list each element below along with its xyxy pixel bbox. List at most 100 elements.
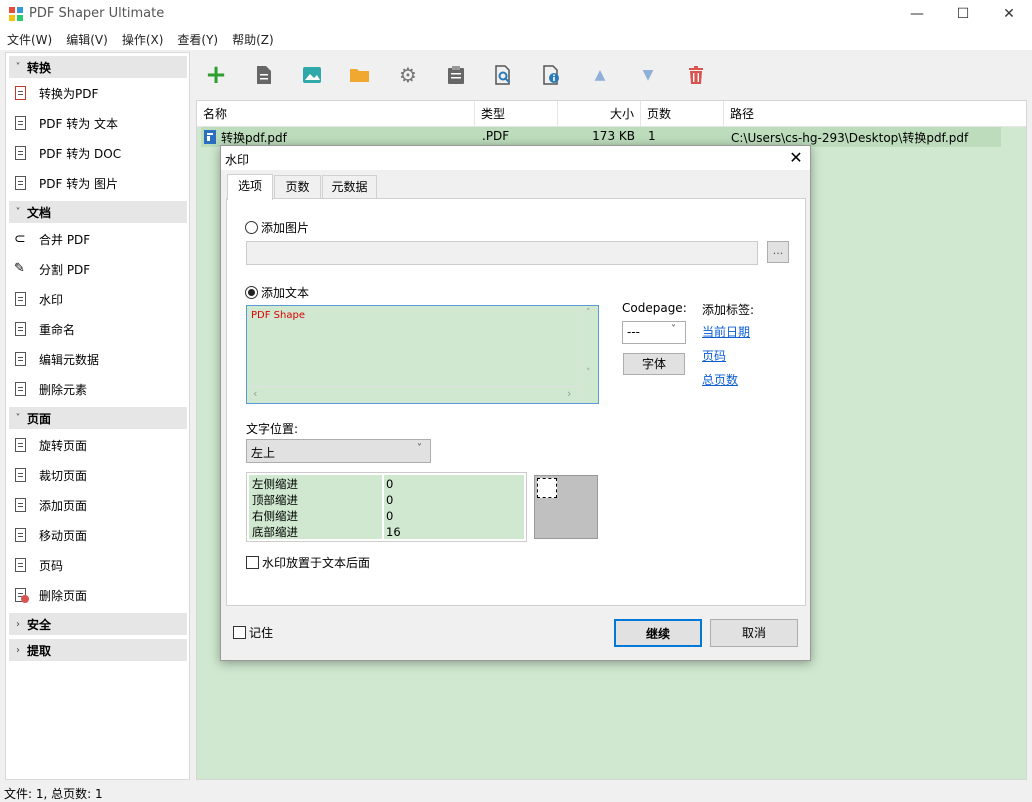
position-select[interactable]: 左上 ˅ [246, 439, 431, 463]
chevron-down-icon: ˅ [671, 324, 676, 335]
sidebar-section-pages[interactable]: ˅ 页面 [9, 407, 187, 429]
browse-button[interactable]: ... [767, 241, 789, 263]
sidebar-item-pdf-to-image[interactable]: PDF 转为 图片 [14, 172, 118, 194]
menu-file[interactable]: 文件(W) [0, 31, 59, 48]
settings-icon[interactable]: ⚙ [395, 62, 421, 88]
sidebar-item-watermark[interactable]: 水印 [14, 288, 63, 310]
indent-values: 0 0 0 16 [386, 476, 401, 540]
position-preview [534, 475, 598, 539]
codepage-label: Codepage: [622, 301, 687, 315]
document-icon[interactable] [251, 62, 277, 88]
file-path: C:\Users\cs-hg-293\Desktop\转换pdf.pdf [731, 131, 969, 145]
radio-selected-icon [245, 286, 258, 299]
arrow-down-icon[interactable]: ▼ [635, 62, 661, 88]
folder-icon[interactable] [347, 62, 373, 88]
sidebar: ˅ 转换 转换为PDF PDF 转为 文本 PDF 转为 DOC PDF 转为 图… [5, 52, 190, 780]
table-row[interactable]: 转换pdf.pdf .PDF 173 KB 1 C:\Users\cs-hg-2… [201, 127, 1001, 147]
tag-page-number-link[interactable]: 页码 [702, 347, 726, 364]
continue-button[interactable]: 继续 [614, 619, 702, 647]
sidebar-item-page-numbers[interactable]: 页码 [14, 554, 63, 576]
indent-value-column [384, 475, 524, 539]
codepage-select[interactable]: --- ˅ [622, 321, 686, 344]
delete-page-icon [14, 587, 29, 603]
indent-labels: 左侧缩进 顶部缩进 右侧缩进 底部缩进 [252, 476, 298, 540]
checkbox-icon [246, 556, 259, 569]
status-text: 文件: 1, 总页数: 1 [4, 787, 103, 801]
indent-left-value[interactable]: 0 [386, 476, 401, 492]
indent-bottom-value[interactable]: 16 [386, 524, 401, 540]
sidebar-section-document[interactable]: ˅ 文档 [9, 201, 187, 223]
image-icon[interactable] [299, 62, 325, 88]
rotate-page-icon [14, 437, 28, 453]
watermark-dialog: 水印 ✕ 选项 页数 元数据 添加图片 ... 添加文本 PDF Shape ˄… [220, 145, 811, 661]
sidebar-item-merge-pdf[interactable]: ⊂ 合并 PDF [14, 228, 90, 250]
column-name[interactable]: 名称 [197, 101, 475, 127]
tag-total-pages-link[interactable]: 总页数 [702, 371, 738, 388]
close-window-button[interactable]: ✕ [986, 0, 1032, 28]
add-image-radio[interactable]: 添加图片 [245, 219, 309, 236]
sidebar-item-move-pages[interactable]: 移动页面 [14, 524, 87, 546]
info-icon[interactable] [539, 62, 565, 88]
menu-help[interactable]: 帮助(Z) [225, 31, 281, 48]
minimize-button[interactable]: — [894, 0, 940, 28]
tab-metadata[interactable]: 元数据 [322, 175, 377, 199]
indent-right-value[interactable]: 0 [386, 508, 401, 524]
image-path-field[interactable] [246, 241, 758, 265]
remove-elements-icon [14, 381, 28, 397]
chevron-right-icon: › [16, 644, 20, 656]
tab-pages[interactable]: 页数 [274, 175, 321, 199]
maximize-button[interactable]: ☐ [940, 0, 986, 28]
behind-text-checkbox[interactable]: 水印放置于文本后面 [246, 554, 370, 571]
sidebar-item-to-pdf[interactable]: 转换为PDF [14, 82, 98, 104]
scroll-down-icon[interactable]: ˅ [586, 368, 591, 378]
arrow-up-icon[interactable]: ▲ [587, 62, 613, 88]
sidebar-item-delete-pages[interactable]: 删除页面 [14, 584, 87, 606]
sidebar-item-pdf-to-doc[interactable]: PDF 转为 DOC [14, 142, 121, 164]
sidebar-item-add-pages[interactable]: 添加页面 [14, 494, 87, 516]
rename-icon [14, 321, 28, 337]
cancel-button[interactable]: 取消 [710, 619, 798, 647]
sidebar-item-edit-metadata[interactable]: 编辑元数据 [14, 348, 99, 370]
options-panel: 添加图片 ... 添加文本 PDF Shape ˄ ˅ ‹ › Codepage… [226, 198, 806, 606]
column-pages[interactable]: 页数 [641, 101, 724, 127]
add-icon[interactable]: + [203, 60, 229, 90]
chevron-down-icon: ˅ [15, 206, 21, 218]
delete-icon[interactable] [683, 62, 709, 88]
column-size[interactable]: 大小 [558, 101, 641, 127]
dialog-close-button[interactable]: ✕ [785, 147, 807, 169]
clipboard-icon[interactable] [443, 62, 469, 88]
sidebar-item-remove-elements[interactable]: 删除元素 [14, 378, 87, 400]
watermark-text-input[interactable]: PDF Shape ˄ ˅ ‹ › [246, 305, 599, 404]
indent-top-label: 顶部缩进 [252, 493, 298, 507]
menu-edit[interactable]: 编辑(V) [59, 31, 115, 48]
search-icon[interactable] [491, 62, 517, 88]
menu-view[interactable]: 查看(Y) [170, 31, 225, 48]
column-path[interactable]: 路径 [724, 101, 1026, 127]
scroll-up-icon[interactable]: ˄ [586, 308, 591, 318]
sidebar-item-rename[interactable]: 重命名 [14, 318, 75, 340]
sidebar-section-security[interactable]: › 安全 [9, 613, 187, 635]
indent-right-label: 右侧缩进 [252, 509, 298, 523]
font-button[interactable]: 字体 [623, 353, 685, 375]
indent-grid[interactable]: 左侧缩进 顶部缩进 右侧缩进 底部缩进 0 0 0 16 [246, 472, 527, 542]
add-text-radio[interactable]: 添加文本 [245, 284, 309, 301]
sidebar-item-pdf-to-text[interactable]: PDF 转为 文本 [14, 112, 118, 134]
menu-action[interactable]: 操作(X) [115, 31, 171, 48]
tag-current-date-link[interactable]: 当前日期 [702, 323, 750, 340]
column-type[interactable]: 类型 [475, 101, 558, 127]
tab-options[interactable]: 选项 [227, 174, 273, 200]
sidebar-item-crop-pages[interactable]: 裁切页面 [14, 464, 87, 486]
metadata-icon [14, 351, 28, 367]
indent-left-label: 左侧缩进 [252, 477, 298, 491]
app-logo-icon [9, 7, 23, 21]
remember-checkbox[interactable]: 记住 [233, 624, 273, 641]
sidebar-item-rotate-pages[interactable]: 旋转页面 [14, 434, 87, 456]
sidebar-section-extract[interactable]: › 提取 [9, 639, 187, 661]
scroll-left-icon[interactable]: ‹ [253, 387, 257, 400]
sidebar-section-convert[interactable]: ˅ 转换 [9, 56, 187, 78]
indent-top-value[interactable]: 0 [386, 492, 401, 508]
vertical-scrollbar[interactable]: ˄ ˅ [581, 306, 598, 403]
sidebar-item-split-pdf[interactable]: ✎ 分割 PDF [14, 258, 90, 280]
scroll-right-icon[interactable]: › [567, 387, 571, 400]
horizontal-scrollbar[interactable]: ‹ › [247, 386, 581, 403]
